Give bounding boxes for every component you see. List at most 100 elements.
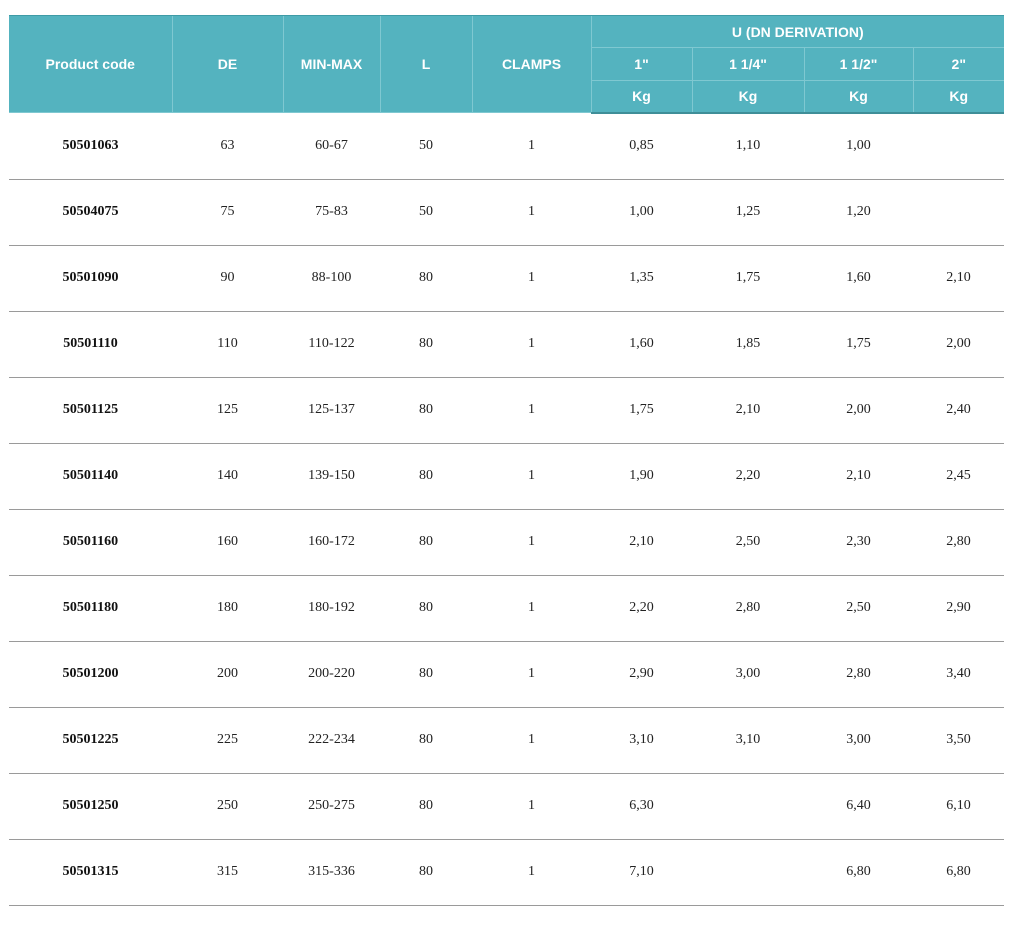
weight-1-1-2-cell: 1,75 (804, 311, 913, 378)
weight-2-cell: 2,00 (913, 311, 1005, 378)
clamps-cell: 1 (472, 311, 591, 378)
weight-1-1-2-cell: 2,00 (804, 377, 913, 444)
min-max-cell: 200-220 (283, 641, 380, 708)
weight-1-1-2-cell: 1,00 (804, 112, 913, 180)
clamps-cell: 1 (472, 839, 591, 906)
header-unit-kg: Kg (590, 80, 692, 114)
product-spec-table: Product code DE MIN-MAX L CLAMPS U (DN D… (9, 15, 1005, 906)
weight-1-1-4-cell: 2,20 (692, 443, 804, 510)
weight-1-cell: 1,75 (591, 377, 692, 444)
weight-1-cell: 2,20 (591, 575, 692, 642)
weight-1-1-4-cell: 2,50 (692, 509, 804, 576)
min-max-cell: 125-137 (283, 377, 380, 444)
weight-1-cell: 1,90 (591, 443, 692, 510)
table-row: 50501110 110 110-122 80 1 1,60 1,85 1,75 2,00 (9, 311, 1005, 378)
weight-1-cell: 1,00 (591, 179, 692, 246)
header-de: DE (171, 15, 283, 113)
clamps-cell: 1 (472, 112, 591, 180)
table-row: 50501180 180 180-192 80 1 2,20 2,80 2,50 2,90 (9, 575, 1005, 642)
weight-2-cell: 2,40 (913, 377, 1005, 444)
l-cell: 80 (380, 245, 472, 312)
l-cell: 80 (380, 509, 472, 576)
table-header: Product code DE MIN-MAX L CLAMPS U (DN D… (9, 15, 1005, 114)
table-row: 50501125 125 125-137 80 1 1,75 2,10 2,00 2,40 (9, 377, 1005, 444)
weight-2-cell: 2,45 (913, 443, 1005, 510)
min-max-cell: 160-172 (283, 509, 380, 576)
weight-1-1-2-cell: 6,40 (804, 773, 913, 840)
de-cell: 250 (172, 773, 283, 840)
clamps-cell: 1 (472, 575, 591, 642)
weight-2-cell (913, 112, 1005, 180)
weight-2-cell: 6,10 (913, 773, 1005, 840)
min-max-cell: 139-150 (283, 443, 380, 510)
weight-2-cell: 2,90 (913, 575, 1005, 642)
header-size-1: 1" (590, 47, 692, 81)
header-unit-kg: Kg (912, 80, 1005, 114)
product-code-cell: 50504075 (9, 179, 172, 246)
weight-1-1-4-cell: 1,25 (692, 179, 804, 246)
product-code-cell: 50501180 (9, 575, 172, 642)
product-code-cell: 50501200 (9, 641, 172, 708)
header-size-1-1-4: 1 1/4" (691, 47, 804, 81)
weight-1-cell: 7,10 (591, 839, 692, 906)
header-product-code: Product code (9, 15, 172, 113)
de-cell: 90 (172, 245, 283, 312)
header-clamps: CLAMPS (471, 15, 591, 113)
l-cell: 50 (380, 112, 472, 180)
header-unit-kg: Kg (691, 80, 804, 114)
product-code-cell: 50501140 (9, 443, 172, 510)
weight-1-1-4-cell: 3,10 (692, 707, 804, 774)
product-code-cell: 50501125 (9, 377, 172, 444)
weight-1-1-2-cell: 1,60 (804, 245, 913, 312)
de-cell: 140 (172, 443, 283, 510)
table-row: 50501090 90 88-100 80 1 1,35 1,75 1,60 2,10 (9, 245, 1005, 312)
weight-1-1-2-cell: 2,80 (804, 641, 913, 708)
product-code-cell: 50501250 (9, 773, 172, 840)
de-cell: 75 (172, 179, 283, 246)
header-size-2: 2" (912, 47, 1005, 81)
table-row: 50501160 160 160-172 80 1 2,10 2,50 2,30 2,80 (9, 509, 1005, 576)
weight-1-1-4-cell: 1,85 (692, 311, 804, 378)
de-cell: 225 (172, 707, 283, 774)
l-cell: 80 (380, 311, 472, 378)
header-size-1-1-2: 1 1/2" (803, 47, 913, 81)
weight-1-1-4-cell (692, 773, 804, 840)
de-cell: 63 (172, 112, 283, 180)
de-cell: 125 (172, 377, 283, 444)
l-cell: 80 (380, 707, 472, 774)
weight-1-1-4-cell: 3,00 (692, 641, 804, 708)
weight-2-cell: 6,80 (913, 839, 1005, 906)
weight-1-cell: 2,90 (591, 641, 692, 708)
weight-1-cell: 6,30 (591, 773, 692, 840)
weight-2-cell (913, 179, 1005, 246)
header-l: L (379, 15, 472, 113)
min-max-cell: 75-83 (283, 179, 380, 246)
min-max-cell: 315-336 (283, 839, 380, 906)
clamps-cell: 1 (472, 509, 591, 576)
weight-1-cell: 2,10 (591, 509, 692, 576)
min-max-cell: 180-192 (283, 575, 380, 642)
weight-1-1-2-cell: 1,20 (804, 179, 913, 246)
de-cell: 200 (172, 641, 283, 708)
table-row: 50501140 140 139-150 80 1 1,90 2,20 2,10 2,45 (9, 443, 1005, 510)
table-row: 50501063 63 60-67 50 1 0,85 1,10 1,00 (9, 112, 1005, 180)
weight-1-1-4-cell: 2,10 (692, 377, 804, 444)
de-cell: 315 (172, 839, 283, 906)
min-max-cell: 250-275 (283, 773, 380, 840)
l-cell: 80 (380, 641, 472, 708)
table-body: 50501063 63 60-67 50 1 0,85 1,10 1,00 50504075 75… (9, 112, 1005, 906)
header-min-max: MIN-MAX (282, 15, 380, 113)
de-cell: 160 (172, 509, 283, 576)
weight-2-cell: 2,10 (913, 245, 1005, 312)
weight-1-1-2-cell: 3,00 (804, 707, 913, 774)
product-code-cell: 50501090 (9, 245, 172, 312)
table-row: 50501200 200 200-220 80 1 2,90 3,00 2,80 3,40 (9, 641, 1005, 708)
l-cell: 80 (380, 443, 472, 510)
min-max-cell: 60-67 (283, 112, 380, 180)
min-max-cell: 222-234 (283, 707, 380, 774)
de-cell: 180 (172, 575, 283, 642)
l-cell: 80 (380, 377, 472, 444)
weight-2-cell: 2,80 (913, 509, 1005, 576)
weight-1-1-2-cell: 2,30 (804, 509, 913, 576)
l-cell: 80 (380, 839, 472, 906)
